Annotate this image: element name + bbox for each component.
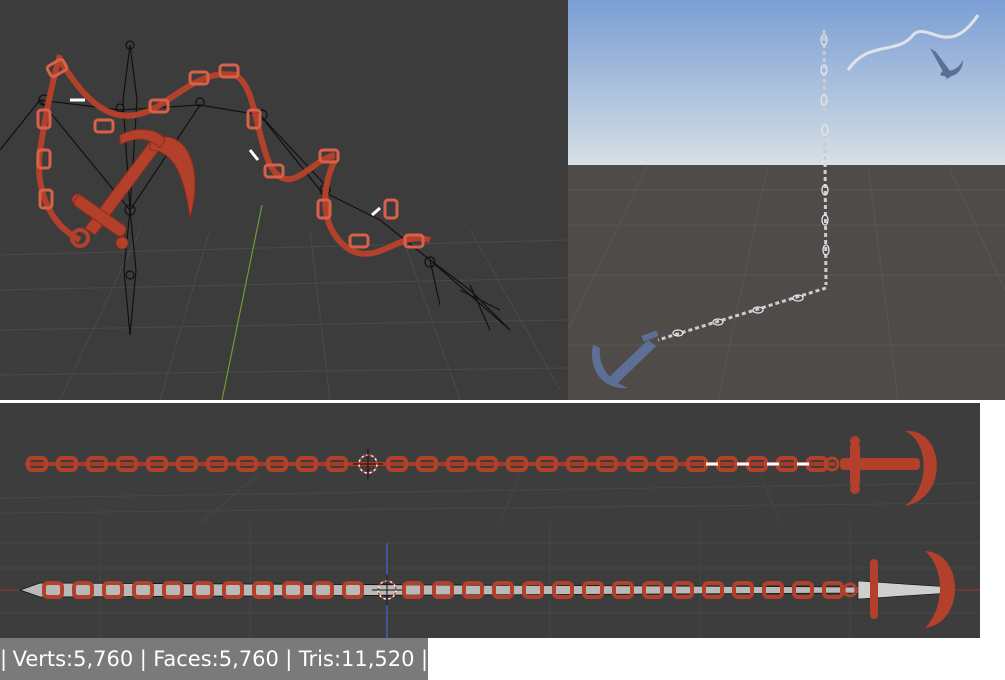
unity-scene: [568, 0, 1005, 400]
tris-count: Tris:11,520: [298, 647, 415, 671]
anchor-model: [842, 551, 955, 628]
blender-viewport-rig[interactable]: [0, 0, 568, 400]
sky: [568, 0, 1005, 165]
blender-viewport-front[interactable]: [0, 523, 980, 638]
status-separator: |: [420, 647, 428, 671]
status-separator: |: [139, 647, 147, 671]
faces-count: Faces:5,760: [153, 647, 279, 671]
y-axis-line: [221, 204, 263, 400]
rig-scene: [0, 40, 568, 400]
3d-cursor-icon: [372, 575, 402, 605]
floor-grid: [0, 472, 980, 523]
front-view-scene: [0, 523, 980, 638]
blender-viewport-top[interactable]: [0, 403, 980, 523]
floor-grid: [0, 523, 980, 638]
status-bar: | Verts:5,760 | Faces:5,760 | Tris:11,52…: [0, 638, 428, 680]
3d-cursor-icon: [353, 449, 383, 479]
anchor-model: [824, 430, 937, 506]
top-view-scene: [0, 430, 980, 523]
unity-scene-viewport[interactable]: [568, 0, 1005, 400]
status-separator: |: [285, 647, 293, 671]
verts-count: Verts:5,760: [12, 647, 134, 671]
status-separator: |: [0, 647, 8, 671]
